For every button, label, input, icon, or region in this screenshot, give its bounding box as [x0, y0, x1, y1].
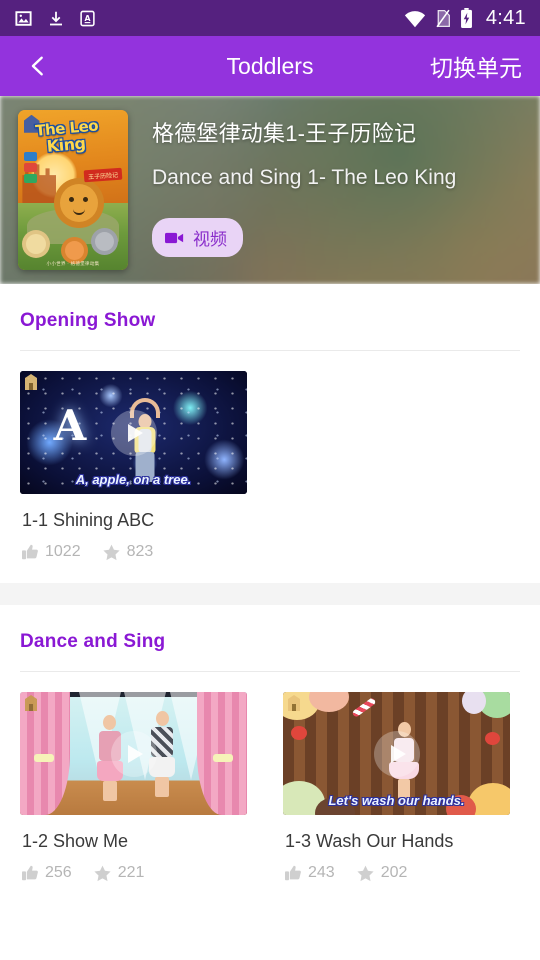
like-stat: 1022	[22, 543, 81, 561]
svg-text:A: A	[84, 13, 90, 22]
image-icon	[15, 10, 32, 26]
like-count: 256	[45, 864, 72, 881]
video-card[interactable]: 1-2 Show Me 256 221	[20, 692, 247, 882]
video-grid: A A, apple, on a tree. 1-1 Shining ABC 1…	[20, 351, 520, 561]
app-watermark-icon	[288, 695, 300, 711]
video-stats: 256 221	[20, 852, 247, 882]
download-icon	[50, 11, 62, 25]
star-count: 823	[126, 543, 154, 560]
wifi-icon	[404, 10, 425, 27]
star-stat: 823	[103, 543, 154, 561]
cover-cub-yellow	[25, 234, 46, 254]
cover-badges	[23, 151, 37, 183]
translate-a-icon: A	[80, 10, 95, 26]
like-stat: 256	[22, 864, 72, 882]
star-icon	[94, 865, 111, 881]
section-title: Opening Show	[20, 310, 156, 331]
video-card[interactable]: A A, apple, on a tree. 1-1 Shining ABC 1…	[20, 371, 247, 561]
chevron-left-icon	[31, 56, 43, 76]
section-title: Dance and Sing	[20, 631, 166, 652]
thumbnail-caption: A, apple, on a tree.	[75, 472, 192, 487]
status-bar: A 4:41	[0, 0, 540, 36]
video-title: 1-3 Wash Our Hands	[285, 831, 454, 851]
app-screen: A 4:41 Toddlers 切换单元 The Leo King 王子历险记 …	[0, 0, 540, 960]
status-bar-left-icons: A	[14, 9, 96, 28]
play-icon[interactable]	[110, 730, 157, 777]
like-count: 243	[308, 864, 335, 881]
status-bar-clock: 4:41	[485, 7, 526, 29]
star-stat: 202	[357, 864, 408, 882]
play-icon[interactable]	[373, 730, 420, 777]
video-badge-label: 视频	[193, 230, 227, 249]
battery-charging-icon	[460, 8, 472, 28]
book-cover-thumbnail[interactable]: The Leo King 王子历险记 小小世界 · 格德堡律动集	[18, 110, 128, 270]
star-icon	[357, 865, 374, 881]
hero-title-chinese: 格德堡律动集1-王子历险记	[152, 121, 417, 146]
section-gap-band	[0, 583, 540, 605]
cover-footer-text: 小小世界 · 格德堡律动集	[46, 261, 100, 266]
thumbs-up-icon	[285, 865, 301, 881]
thumbnail-caption: Let's wash our hands.	[328, 793, 465, 808]
star-stat: 221	[94, 864, 145, 882]
switch-unit-button[interactable]: 切换单元	[430, 49, 522, 83]
video-title: 1-2 Show Me	[22, 831, 129, 851]
star-count: 221	[117, 864, 145, 881]
thumbnail-letter: A	[53, 400, 87, 450]
like-count: 1022	[45, 543, 81, 560]
hero-banner: The Leo King 王子历险记 小小世界 · 格德堡律动集 格德堡律动集1…	[0, 96, 540, 284]
app-bar: Toddlers 切换单元	[0, 36, 540, 96]
section-dance-and-sing: Dance and Sing 1-2 Show Me 256 221 Let's…	[0, 605, 540, 882]
status-bar-right-icons: 4:41	[404, 8, 526, 28]
video-card[interactable]: Let's wash our hands. 1-3 Wash Our Hands…	[283, 692, 510, 882]
app-watermark-icon	[25, 374, 37, 390]
app-watermark-icon	[25, 695, 37, 711]
hero-title-english: Dance and Sing 1- The Leo King	[152, 166, 457, 189]
cover-cub-gray	[95, 231, 114, 251]
video-title: 1-1 Shining ABC	[22, 510, 155, 530]
thumbs-up-icon	[22, 865, 38, 881]
video-stats: 243 202	[283, 852, 510, 882]
video-thumbnail[interactable]: A A, apple, on a tree.	[20, 371, 247, 494]
hero-text-block: 格德堡律动集1-王子历险记 Dance and Sing 1- The Leo …	[152, 110, 456, 270]
cover-lion	[59, 183, 98, 222]
star-icon	[103, 544, 120, 560]
thumbs-up-icon	[22, 544, 38, 560]
video-grid: 1-2 Show Me 256 221 Let's wash our hands…	[20, 672, 520, 882]
star-count: 202	[380, 864, 408, 881]
section-opening-show: Opening Show A A, apple, on a tree. 1-1 …	[0, 284, 540, 561]
video-camera-icon	[165, 232, 184, 243]
like-stat: 243	[285, 864, 335, 882]
back-button[interactable]	[18, 46, 58, 86]
no-sim-icon	[436, 9, 450, 27]
video-thumbnail[interactable]	[20, 692, 247, 815]
video-thumbnail[interactable]: Let's wash our hands.	[283, 692, 510, 815]
video-stats: 1022 823	[20, 531, 247, 561]
video-badge-button[interactable]: 视频	[152, 218, 243, 257]
play-icon[interactable]	[110, 409, 157, 456]
